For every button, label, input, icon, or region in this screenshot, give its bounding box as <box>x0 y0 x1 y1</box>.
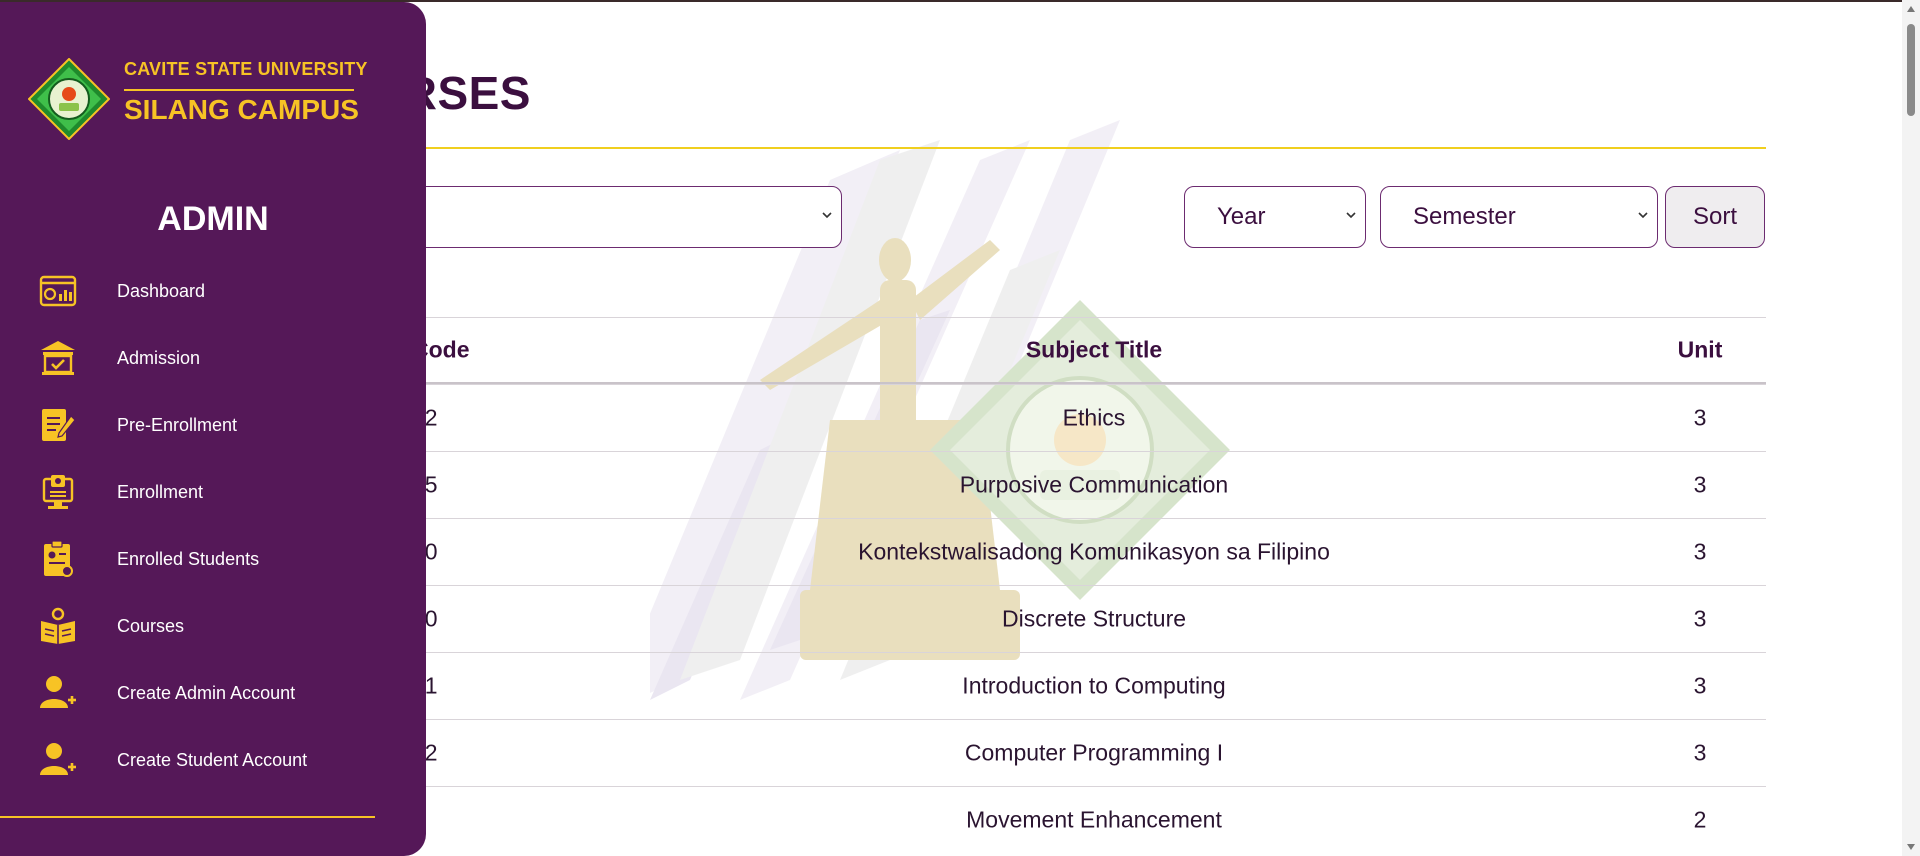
sidebar-item-label: Admission <box>117 348 201 368</box>
scrollbar-thumb[interactable] <box>1907 24 1915 116</box>
table-row: 05 Purposive Communication 3 <box>300 451 1766 518</box>
table-row: Movement Enhancement 2 <box>300 786 1766 853</box>
header-unit: Unit <box>1677 336 1723 363</box>
row-unit: 3 <box>1693 538 1707 565</box>
row-unit: 2 <box>1693 806 1707 833</box>
pre-enrollment-icon <box>42 409 76 441</box>
year-select[interactable]: Year <box>1184 186 1366 248</box>
sidebar-item-label: Create Student Account <box>117 750 308 770</box>
courses-icon <box>41 607 75 644</box>
sidebar-item-create-student-account[interactable]: Create Student Account <box>0 727 426 794</box>
chevron-down-icon <box>1638 212 1648 219</box>
semester-select-value: Semester <box>1413 203 1516 230</box>
sidebar-nav: Dashboard Admission Pre-Enrollment Enrol… <box>0 258 426 794</box>
sidebar-item-enrollment[interactable]: Enrollment <box>0 459 426 526</box>
row-subject-title: Computer Programming I <box>964 739 1224 766</box>
university-name: CAVITE STATE UNIVERSITY <box>124 59 368 79</box>
sidebar-item-pre-enrollment[interactable]: Pre-Enrollment <box>0 392 426 459</box>
sidebar-divider <box>0 816 375 818</box>
semester-select[interactable]: Semester <box>1380 186 1658 248</box>
row-unit: 3 <box>1693 471 1707 498</box>
enrolled-students-icon <box>44 540 73 577</box>
sort-button[interactable]: Sort <box>1665 186 1765 248</box>
table-header-row: Code Subject Title Unit <box>300 317 1766 384</box>
header-subject-title: Subject Title <box>1025 336 1163 363</box>
chevron-down-icon <box>822 212 832 219</box>
scroll-down-arrow-icon[interactable] <box>1906 842 1916 852</box>
table-row: 21 Introduction to Computing 3 <box>300 652 1766 719</box>
add-user-icon <box>40 676 76 708</box>
row-subject-title: Movement Enhancement <box>966 806 1222 833</box>
row-unit: 3 <box>1693 672 1707 699</box>
sidebar-item-label: Enrollment <box>117 482 204 502</box>
university-divider <box>124 89 354 91</box>
sidebar-item-create-admin-account[interactable]: Create Admin Account <box>0 660 426 727</box>
sidebar-item-admission[interactable]: Admission <box>0 325 426 392</box>
row-unit: 3 <box>1693 404 1707 431</box>
sidebar-item-enrolled-students[interactable]: Enrolled Students <box>0 526 426 593</box>
title-divider <box>300 147 1766 149</box>
sidebar-item-label: Pre-Enrollment <box>117 415 238 435</box>
table-row: 10 Kontekstwalisadong Komunikasyon sa Fi… <box>300 518 1766 585</box>
dashboard-icon <box>39 275 77 307</box>
campus-name: SILANG CAMPUS <box>124 94 359 125</box>
table-row: 22 Computer Programming I 3 <box>300 719 1766 786</box>
sidebar-item-label: Dashboard <box>117 281 206 301</box>
row-subject-title: Introduction to Computing <box>962 672 1226 699</box>
sidebar-item-dashboard[interactable]: Dashboard <box>0 258 426 325</box>
table-row: 50 Discrete Structure 3 <box>300 585 1766 652</box>
row-subject-title: Purposive Communication <box>959 471 1229 498</box>
row-subject-title: Kontekstwalisadong Komunikasyon sa Filip… <box>858 538 1330 565</box>
sidebar-item-label: Create Admin Account <box>117 683 296 703</box>
scroll-up-arrow-icon[interactable] <box>1906 4 1916 14</box>
add-user-icon <box>40 743 76 775</box>
sidebar-item-label: Enrolled Students <box>117 549 260 569</box>
sidebar-item-courses[interactable]: Courses <box>0 593 426 660</box>
year-select-value: Year <box>1217 203 1266 230</box>
sidebar-item-label: Courses <box>117 616 185 636</box>
row-unit: 3 <box>1693 739 1707 766</box>
admission-icon <box>41 341 75 375</box>
page-scrollbar[interactable] <box>1902 0 1920 856</box>
row-subject-title: Ethics <box>1062 404 1126 431</box>
row-subject-title: Discrete Structure <box>1001 605 1187 632</box>
sidebar: CAVITE STATE UNIVERSITY SILANG CAMPUS AD… <box>0 2 426 856</box>
courses-table: Code Subject Title Unit 02 Ethics 3 05 P… <box>300 317 1766 853</box>
table-row: 02 Ethics 3 <box>300 384 1766 451</box>
university-logo <box>28 58 110 140</box>
enrollment-icon <box>42 475 74 509</box>
row-unit: 3 <box>1693 605 1707 632</box>
user-role-title: ADMIN <box>157 200 269 238</box>
chevron-down-icon <box>1346 212 1356 219</box>
